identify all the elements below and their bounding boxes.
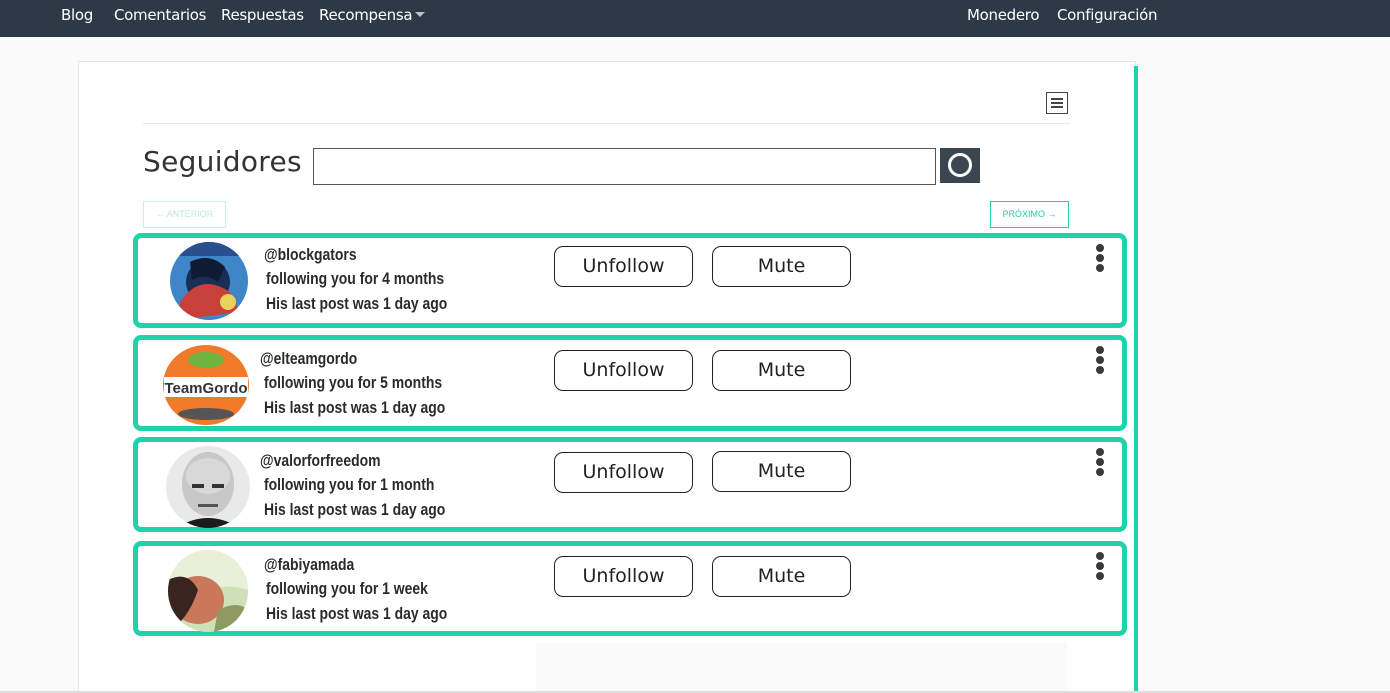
nav-recompensa-label: Recompensa xyxy=(319,6,413,24)
follower-card: @valorforfreedom following you for 1 mon… xyxy=(133,437,1127,532)
portrait-avatar[interactable] xyxy=(166,446,250,528)
footer-area xyxy=(148,643,536,693)
svg-text:TeamGordo: TeamGordo xyxy=(164,380,247,397)
more-options-icon[interactable] xyxy=(1093,346,1107,376)
top-navbar: Blog Comentarios Respuestas Recompensa M… xyxy=(0,0,1390,37)
follower-duration: following you for 1 week xyxy=(266,579,428,598)
unfollow-button[interactable]: Unfollow xyxy=(554,350,693,391)
unfollow-button[interactable]: Unfollow xyxy=(554,452,693,493)
page-title: Seguidores xyxy=(143,145,302,178)
nav-comentarios-link[interactable]: Comentarios xyxy=(114,6,206,24)
follower-duration: following you for 4 months xyxy=(266,269,445,288)
nav-monedero-link[interactable]: Monedero xyxy=(967,6,1040,24)
follower-last-post: His last post was 1 day ago xyxy=(264,500,446,519)
mute-button[interactable]: Mute xyxy=(712,451,851,492)
photo-avatar[interactable] xyxy=(168,550,248,632)
nav-respuestas-link[interactable]: Respuestas xyxy=(221,6,304,24)
chevron-down-icon xyxy=(415,12,426,17)
follower-handle[interactable]: @blockgators xyxy=(264,245,357,265)
unfollow-button[interactable]: Unfollow xyxy=(554,246,693,287)
accent-rail xyxy=(1134,66,1138,693)
mute-button[interactable]: Mute xyxy=(712,350,851,391)
comic-avatar[interactable] xyxy=(170,242,248,320)
more-options-icon[interactable] xyxy=(1093,244,1107,274)
nav-recompensa-dropdown[interactable]: Recompensa xyxy=(319,6,426,24)
follower-card: TeamGordo @elteamgordo following you for… xyxy=(133,335,1127,431)
more-options-icon[interactable] xyxy=(1093,552,1107,582)
follower-handle[interactable]: @valorforfreedom xyxy=(260,451,381,471)
prev-page-button[interactable]: ← ANTERIOR xyxy=(143,201,226,228)
follower-handle[interactable]: @elteamgordo xyxy=(260,349,357,369)
team-gordo-logo-avatar[interactable]: TeamGordo xyxy=(162,344,250,426)
follower-card: @blockgators following you for 4 months … xyxy=(133,233,1127,328)
follower-handle[interactable]: @fabiyamada xyxy=(264,555,354,575)
search-input[interactable] xyxy=(313,148,936,185)
nav-configuracion-link[interactable]: Configuración xyxy=(1057,6,1158,24)
search-button[interactable] xyxy=(940,148,980,183)
mute-button[interactable]: Mute xyxy=(712,556,851,597)
unfollow-button[interactable]: Unfollow xyxy=(554,556,693,597)
follower-duration: following you for 5 months xyxy=(264,373,443,392)
follower-last-post: His last post was 1 day ago xyxy=(264,398,446,417)
nav-blog-link[interactable]: Blog xyxy=(61,6,93,24)
divider xyxy=(143,123,1070,124)
footer-panel xyxy=(536,643,1067,693)
menu-toggle-icon[interactable] xyxy=(1046,92,1068,114)
follower-last-post: His last post was 1 day ago xyxy=(266,604,448,623)
search-ring-icon xyxy=(948,153,972,177)
follower-duration: following you for 1 month xyxy=(264,475,435,494)
mute-button[interactable]: Mute xyxy=(712,246,851,287)
more-options-icon[interactable] xyxy=(1093,448,1107,478)
next-page-button[interactable]: PRÓXIMO → xyxy=(990,201,1069,228)
follower-last-post: His last post was 1 day ago xyxy=(266,294,448,313)
follower-card: @fabiyamada following you for 1 week His… xyxy=(133,541,1127,636)
